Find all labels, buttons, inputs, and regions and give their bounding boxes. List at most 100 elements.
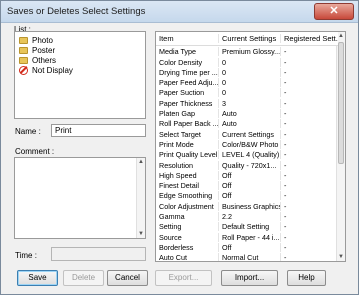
list-item[interactable]: Others bbox=[19, 55, 56, 65]
table-row[interactable]: Paper Thickness 3- bbox=[156, 98, 338, 109]
no-display-icon bbox=[19, 65, 28, 75]
table-cell: Drying Time per ... bbox=[159, 67, 218, 77]
folder-icon bbox=[19, 46, 28, 54]
list-item-label: Others bbox=[32, 55, 57, 65]
table-cell: Default Setting bbox=[218, 222, 280, 232]
column-header[interactable]: Registered Sett... bbox=[280, 34, 338, 43]
table-cell: Platen Gap bbox=[159, 109, 195, 119]
table-row[interactable]: Color Adjustment Business Graphics - bbox=[156, 201, 338, 212]
table-cell: 0 bbox=[218, 78, 280, 88]
table-row[interactable]: Borderless Off - bbox=[156, 242, 338, 253]
table-cell: - bbox=[280, 222, 338, 232]
list-item[interactable]: Photo bbox=[19, 35, 53, 45]
table-cell: 0 bbox=[218, 88, 280, 98]
table-cell: - bbox=[280, 242, 338, 252]
table-row[interactable]: Drying Time per ... 0- bbox=[156, 67, 338, 78]
table-cell: Paper Suction bbox=[159, 88, 205, 98]
table-cell: 0 bbox=[218, 57, 280, 67]
list-item-label: Photo bbox=[32, 35, 53, 45]
table-cell: Paper Feed Adju... bbox=[159, 78, 218, 88]
scroll-up-icon[interactable]: ▲ bbox=[337, 32, 345, 40]
cancel-button[interactable]: Cancel bbox=[107, 270, 148, 286]
table-row[interactable]: Setting Default Setting - bbox=[156, 222, 338, 232]
table-cell: Off bbox=[218, 242, 280, 252]
table-cell: - bbox=[280, 150, 338, 160]
table-row[interactable]: Print Quality Level LEVEL 4 (Quality) - bbox=[156, 150, 338, 160]
table-cell: Roll Paper Back ... bbox=[159, 119, 218, 129]
table-row[interactable]: Source Roll Paper - 44 i... - bbox=[156, 232, 338, 242]
table-row[interactable]: Gamma 2.2- bbox=[156, 212, 338, 222]
table-cell: Finest Detail bbox=[159, 181, 199, 191]
name-field[interactable]: Print bbox=[51, 124, 146, 137]
column-header[interactable]: Item bbox=[156, 34, 218, 43]
table-cell: Source bbox=[159, 232, 182, 242]
table-row[interactable]: Roll Paper Back ... Auto - bbox=[156, 119, 338, 129]
table-cell: Print Quality Level bbox=[159, 150, 218, 160]
table-row[interactable]: Platen Gap Auto - bbox=[156, 109, 338, 119]
table-cell: - bbox=[280, 160, 338, 170]
table-cell: Resolution bbox=[159, 160, 193, 170]
table-row[interactable]: Auto Cut Normal Cut - bbox=[156, 253, 338, 262]
table-cell: Select Target bbox=[159, 129, 201, 139]
table-cell: Premium Glossy... bbox=[218, 47, 280, 57]
table-cell: - bbox=[280, 253, 338, 261]
title-bar[interactable]: Saves or Deletes Select Settings ✕ bbox=[1, 1, 358, 23]
delete-button[interactable]: Delete bbox=[63, 270, 104, 286]
table-cell: Off bbox=[218, 170, 280, 180]
comment-label: Comment : bbox=[15, 147, 55, 156]
table-row[interactable]: Print Mode Color/B&W Photo - bbox=[156, 139, 338, 150]
help-button[interactable]: Help bbox=[287, 270, 326, 286]
scroll-up-icon[interactable]: ▲ bbox=[137, 158, 145, 166]
table-cell: - bbox=[280, 78, 338, 88]
table-row[interactable]: Paper Suction 0- bbox=[156, 88, 338, 98]
settings-table[interactable]: ▲ ▼ Item Current Settings Registered Sett.… bbox=[155, 31, 346, 262]
close-button[interactable]: ✕ bbox=[314, 3, 354, 20]
scroll-thumb[interactable] bbox=[338, 42, 344, 164]
table-row[interactable]: Edge Smoothing Off - bbox=[156, 191, 338, 201]
folder-icon bbox=[19, 56, 28, 64]
table-cell: Normal Cut bbox=[218, 253, 280, 261]
settings-list[interactable]: Photo Poster Others Not Display bbox=[14, 31, 146, 119]
table-cell: Auto bbox=[218, 119, 280, 129]
table-cell: Auto Cut bbox=[159, 253, 187, 262]
table-cell: - bbox=[280, 88, 338, 98]
table-cell: - bbox=[280, 119, 338, 129]
list-item[interactable]: Poster bbox=[19, 45, 55, 55]
table-cell: High Speed bbox=[159, 170, 197, 180]
table-cell: - bbox=[280, 98, 338, 108]
table-header: Item Current Settings Registered Sett... bbox=[156, 32, 338, 46]
scroll-down-icon[interactable]: ▼ bbox=[337, 253, 345, 261]
table-cell: Color Density bbox=[159, 57, 203, 67]
table-cell: - bbox=[280, 181, 338, 191]
table-cell: - bbox=[280, 212, 338, 222]
table-row[interactable]: Paper Feed Adju... 0- bbox=[156, 78, 338, 88]
import-button[interactable]: Import... bbox=[221, 270, 278, 286]
table-cell: 3 bbox=[218, 98, 280, 108]
export-button[interactable]: Export... bbox=[155, 270, 212, 286]
comment-field[interactable]: ▲ ▼ bbox=[14, 157, 146, 239]
table-row[interactable]: Color Density 0- bbox=[156, 57, 338, 67]
table-cell: Gamma bbox=[159, 212, 185, 222]
table-cell: Roll Paper - 44 i... bbox=[218, 232, 280, 242]
list-item[interactable]: Not Display bbox=[19, 65, 73, 75]
table-row[interactable]: Finest Detail Off - bbox=[156, 181, 338, 191]
scroll-down-icon[interactable]: ▼ bbox=[137, 230, 145, 238]
window-title: Saves or Deletes Select Settings bbox=[7, 6, 146, 17]
table-cell: - bbox=[280, 201, 338, 211]
table-row[interactable]: Media Type Premium Glossy... - bbox=[156, 47, 338, 57]
folder-icon bbox=[19, 36, 28, 44]
table-cell: - bbox=[280, 191, 338, 201]
table-cell: Borderless bbox=[159, 242, 194, 252]
save-button[interactable]: Save bbox=[17, 270, 58, 286]
comment-scrollbar[interactable]: ▲ ▼ bbox=[136, 158, 145, 238]
table-cell: Color/B&W Photo bbox=[218, 139, 280, 149]
list-item-label: Not Display bbox=[32, 65, 73, 75]
column-header[interactable]: Current Settings bbox=[218, 34, 280, 43]
table-row[interactable]: Select Target Current Settings - bbox=[156, 129, 338, 139]
table-row[interactable]: High Speed Off - bbox=[156, 170, 338, 181]
table-cell: - bbox=[280, 170, 338, 180]
list-item-label: Poster bbox=[32, 45, 56, 55]
table-row[interactable]: Resolution Quality - 720x1... - bbox=[156, 160, 338, 170]
time-field bbox=[51, 247, 146, 261]
table-cell: Setting bbox=[159, 222, 182, 232]
